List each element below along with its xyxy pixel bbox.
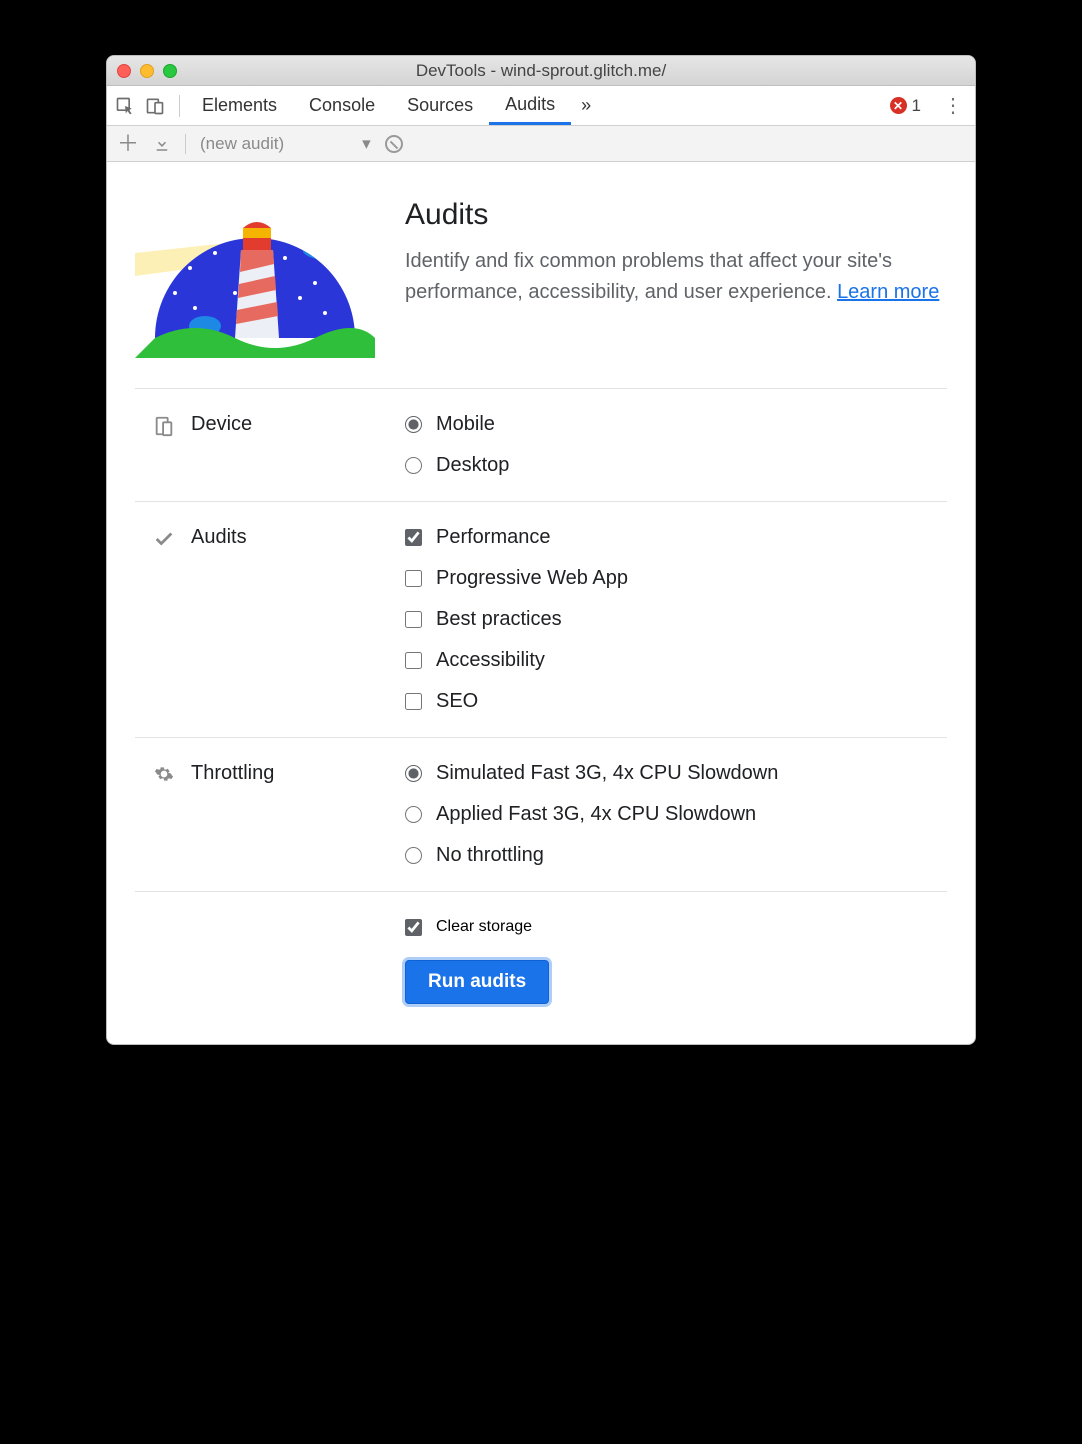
device-toolbar-icon[interactable] bbox=[145, 96, 165, 116]
option-label: Simulated Fast 3G, 4x CPU Slowdown bbox=[436, 762, 778, 785]
audit-option-seo[interactable]: SEO bbox=[405, 690, 947, 713]
error-count: 1 bbox=[912, 96, 921, 116]
device-option-desktop[interactable]: Desktop bbox=[405, 454, 947, 477]
gear-icon bbox=[153, 764, 175, 784]
divider bbox=[185, 134, 186, 154]
titlebar: DevTools - wind-sprout.glitch.me/ bbox=[107, 56, 975, 86]
window-controls bbox=[117, 64, 177, 78]
chevron-right-icon: » bbox=[581, 95, 591, 116]
download-icon[interactable] bbox=[153, 135, 171, 153]
error-counter[interactable]: ✕ 1 bbox=[890, 96, 921, 116]
audit-selector[interactable]: (new audit) ▾ bbox=[200, 134, 371, 154]
clear-icon[interactable] bbox=[385, 135, 403, 153]
audits-panel: Audits Identify and fix common problems … bbox=[107, 162, 975, 1044]
option-label: Best practices bbox=[436, 608, 562, 631]
radio-input[interactable] bbox=[405, 847, 422, 864]
chevron-down-icon: ▾ bbox=[362, 134, 371, 154]
tab-label: Console bbox=[309, 95, 375, 116]
inspect-element-icon[interactable] bbox=[115, 96, 135, 116]
option-label: Progressive Web App bbox=[436, 567, 628, 590]
close-window-button[interactable] bbox=[117, 64, 131, 78]
tab-label: Audits bbox=[505, 94, 555, 115]
device-icon bbox=[153, 415, 175, 437]
audits-toolbar: ＋ (new audit) ▾ bbox=[107, 126, 975, 162]
tab-label: Sources bbox=[407, 95, 473, 116]
learn-more-link[interactable]: Learn more bbox=[837, 281, 939, 303]
device-options: Mobile Desktop bbox=[405, 413, 947, 477]
divider bbox=[179, 95, 180, 117]
tab-label: Elements bbox=[202, 95, 277, 116]
audits-label: Audits bbox=[191, 526, 247, 549]
throttling-option-simulated[interactable]: Simulated Fast 3G, 4x CPU Slowdown bbox=[405, 762, 947, 785]
checkbox-input[interactable] bbox=[405, 611, 422, 628]
section-run: Clear storage Run audits bbox=[135, 891, 947, 1010]
option-label: Performance bbox=[436, 526, 551, 549]
main-tabbar: Elements Console Sources Audits » ✕ 1 ⋮ bbox=[107, 86, 975, 126]
error-icon: ✕ bbox=[890, 97, 907, 114]
hero-blurb: Identify and fix common problems that af… bbox=[405, 246, 947, 308]
tabs-overflow-button[interactable]: » bbox=[571, 86, 601, 125]
hero-blurb-text: Identify and fix common problems that af… bbox=[405, 250, 892, 303]
throttling-option-applied[interactable]: Applied Fast 3G, 4x CPU Slowdown bbox=[405, 803, 947, 826]
radio-input[interactable] bbox=[405, 765, 422, 782]
device-label: Device bbox=[191, 413, 252, 436]
zoom-window-button[interactable] bbox=[163, 64, 177, 78]
window-title: DevTools - wind-sprout.glitch.me/ bbox=[107, 61, 975, 81]
option-label: Desktop bbox=[436, 454, 509, 477]
option-label: Applied Fast 3G, 4x CPU Slowdown bbox=[436, 803, 756, 826]
checkbox-input[interactable] bbox=[405, 693, 422, 710]
radio-input[interactable] bbox=[405, 416, 422, 433]
option-label: Clear storage bbox=[436, 918, 532, 936]
check-icon bbox=[153, 528, 175, 550]
tab-elements[interactable]: Elements bbox=[186, 86, 293, 125]
throttling-label: Throttling bbox=[191, 762, 274, 785]
throttling-option-none[interactable]: No throttling bbox=[405, 844, 947, 867]
audit-option-bestpractices[interactable]: Best practices bbox=[405, 608, 947, 631]
run-audits-button[interactable]: Run audits bbox=[405, 960, 549, 1004]
throttling-options: Simulated Fast 3G, 4x CPU Slowdown Appli… bbox=[405, 762, 947, 867]
section-throttling: Throttling Simulated Fast 3G, 4x CPU Slo… bbox=[135, 737, 947, 891]
checkbox-input[interactable] bbox=[405, 652, 422, 669]
audit-option-accessibility[interactable]: Accessibility bbox=[405, 649, 947, 672]
page-title: Audits bbox=[405, 198, 947, 232]
lighthouse-illustration bbox=[135, 198, 375, 358]
radio-input[interactable] bbox=[405, 806, 422, 823]
tab-sources[interactable]: Sources bbox=[391, 86, 489, 125]
new-audit-button[interactable]: ＋ bbox=[117, 133, 139, 155]
hero-text: Audits Identify and fix common problems … bbox=[405, 198, 947, 358]
option-label: Mobile bbox=[436, 413, 495, 436]
option-label: No throttling bbox=[436, 844, 544, 867]
tab-console[interactable]: Console bbox=[293, 86, 391, 125]
option-label: Accessibility bbox=[436, 649, 545, 672]
option-label: SEO bbox=[436, 690, 478, 713]
more-options-button[interactable]: ⋮ bbox=[931, 93, 975, 118]
devtools-window: DevTools - wind-sprout.glitch.me/ Elemen… bbox=[106, 55, 976, 1045]
checkbox-input[interactable] bbox=[405, 529, 422, 546]
hero: Audits Identify and fix common problems … bbox=[135, 198, 947, 388]
tab-audits[interactable]: Audits bbox=[489, 86, 571, 125]
panel-tabs: Elements Console Sources Audits » bbox=[186, 86, 601, 125]
audit-option-pwa[interactable]: Progressive Web App bbox=[405, 567, 947, 590]
device-option-mobile[interactable]: Mobile bbox=[405, 413, 947, 436]
checkbox-input[interactable] bbox=[405, 919, 422, 936]
minimize-window-button[interactable] bbox=[140, 64, 154, 78]
clear-storage-option[interactable]: Clear storage bbox=[405, 918, 532, 936]
section-device: Device Mobile Desktop bbox=[135, 388, 947, 501]
checkbox-input[interactable] bbox=[405, 570, 422, 587]
section-audits: Audits Performance Progressive Web App B… bbox=[135, 501, 947, 737]
audit-option-performance[interactable]: Performance bbox=[405, 526, 947, 549]
audit-selector-label: (new audit) bbox=[200, 134, 284, 154]
audits-options: Performance Progressive Web App Best pra… bbox=[405, 526, 947, 713]
radio-input[interactable] bbox=[405, 457, 422, 474]
